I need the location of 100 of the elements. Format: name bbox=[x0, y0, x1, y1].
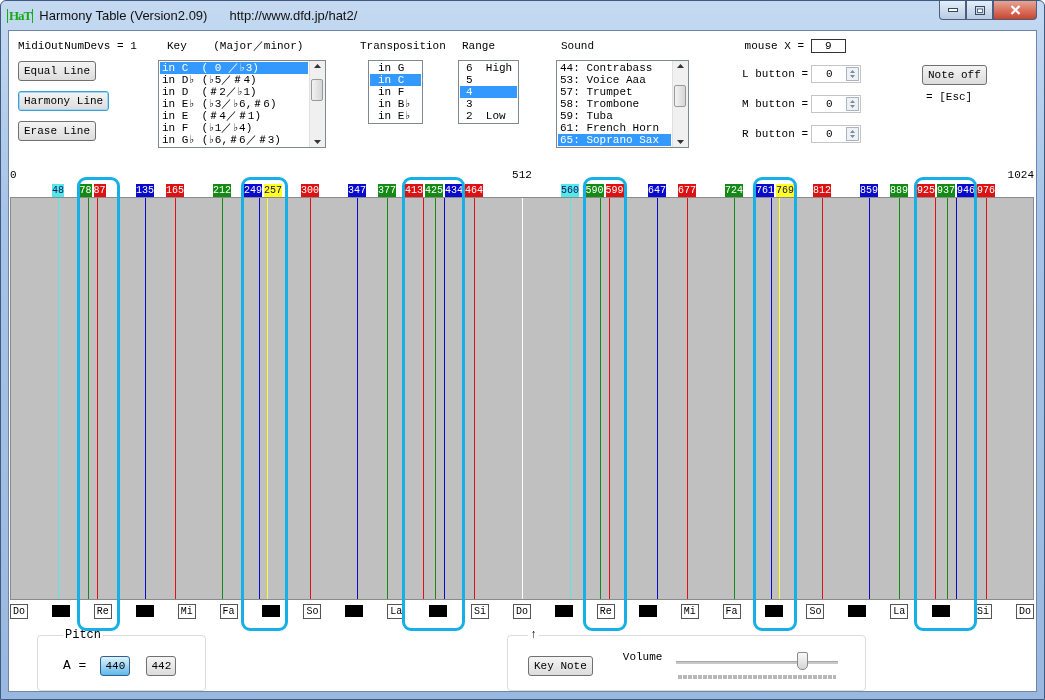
sharp-note-marker bbox=[429, 605, 448, 617]
marker-label: 300 bbox=[301, 184, 319, 197]
marker-label: 347 bbox=[348, 184, 366, 197]
window-url: http://www.dfd.jp/hat2/ bbox=[229, 8, 358, 23]
note-label: Do bbox=[513, 604, 531, 619]
line-button[interactable]: Equal Line bbox=[18, 61, 96, 81]
pitch-label: A = bbox=[63, 658, 87, 673]
sharp-note-marker bbox=[764, 605, 783, 617]
list-item[interactable]: in D♭ (♭5／＃4) bbox=[160, 74, 308, 86]
window-title: Harmony Table (Version2.09) bbox=[39, 8, 208, 23]
list-item[interactable]: in E (＃4／＃1) bbox=[160, 110, 308, 122]
transposition-label: Transposition bbox=[360, 39, 447, 53]
marker-label: 87 bbox=[93, 184, 106, 197]
marker-label: 812 bbox=[813, 184, 831, 197]
list-item[interactable]: 44: Contrabass bbox=[558, 62, 671, 74]
number-field[interactable]: 0 bbox=[811, 125, 861, 143]
group-title: ↑ bbox=[529, 629, 539, 641]
marker-label: 976 bbox=[977, 184, 995, 197]
number-field[interactable]: 0 bbox=[811, 95, 861, 113]
list-item[interactable]: 2 Low bbox=[460, 110, 517, 122]
volume-slider[interactable] bbox=[676, 652, 839, 672]
list-item[interactable]: 53: Voice Aaa bbox=[558, 74, 671, 86]
marker-label: 257 bbox=[264, 184, 282, 197]
list-item[interactable]: 5 bbox=[460, 74, 517, 86]
list-box[interactable]: in C ( 0 ／♭3) in D♭ (♭5／＃4) in D (＃2／♭1) in E♭ (♭3／♭6,＃6) in E (＃4／＃1) in F (♭1／♭4) in G♭ (♭6,＃6／＃3) bbox=[158, 60, 326, 148]
pitch-button[interactable]: 440 bbox=[100, 655, 131, 676]
marker-label: 135 bbox=[136, 184, 154, 197]
number-field[interactable]: 0 bbox=[811, 65, 861, 83]
scrollbar[interactable] bbox=[672, 61, 688, 147]
ruler-label: 1024 bbox=[1007, 169, 1034, 181]
scrollbar[interactable] bbox=[309, 61, 325, 147]
list-box[interactable]: 44: Contrabass 53: Voice Aaa 57: Trumpet 58: Trombone 59: Tuba 61: French Horn 65: Soprano Sax bbox=[556, 60, 689, 148]
harmony-table[interactable]: 0 512 1024 48 78 87 135 165 212 249 257 300 347 377 413 425 434 464 560 590 599 647 677 724 761 769 812 859 889 925 937 946 976 Do Re Mi Fa So La Si Do Re Mi Fa So La Si Do bbox=[10, 167, 1034, 619]
mouse-x-field: 9 bbox=[811, 39, 846, 53]
line-button[interactable]: Erase Line bbox=[18, 121, 96, 141]
note-label: Fa bbox=[219, 604, 238, 619]
spinner-icon[interactable] bbox=[846, 97, 859, 111]
sharp-note-marker bbox=[932, 605, 951, 617]
marker-label: 769 bbox=[776, 184, 794, 197]
list-item[interactable]: 3 bbox=[460, 98, 517, 110]
spinner-icon[interactable] bbox=[846, 127, 859, 141]
marker-label: 647 bbox=[648, 184, 666, 197]
scroll-up-icon[interactable] bbox=[677, 64, 684, 68]
device-count-label: MidiOutNumDevs = 1 bbox=[18, 39, 138, 53]
pitch-button[interactable]: 442 bbox=[146, 655, 177, 676]
note-label: Re bbox=[596, 604, 615, 619]
marker-label: 859 bbox=[860, 184, 878, 197]
shortcut-hint: = [Esc] bbox=[926, 91, 974, 103]
sharp-note-marker bbox=[261, 605, 280, 617]
list-box[interactable]: 6 High 5 4 3 2 Low bbox=[458, 60, 519, 124]
list-item[interactable]: in F (♭1／♭4) bbox=[160, 122, 308, 134]
marker-label: 599 bbox=[605, 184, 624, 197]
list-item[interactable]: 6 High bbox=[460, 62, 517, 74]
note-off-button[interactable]: Note off bbox=[922, 65, 987, 85]
marker-label: 937 bbox=[937, 184, 955, 197]
list-item[interactable]: in B♭ bbox=[370, 98, 421, 110]
spinner-icon[interactable] bbox=[846, 67, 859, 81]
list-item[interactable]: 61: French Horn bbox=[558, 122, 671, 134]
list-item[interactable]: 57: Trumpet bbox=[558, 86, 671, 98]
scroll-down-icon[interactable] bbox=[314, 140, 321, 144]
list-item[interactable]: 58: Trombone bbox=[558, 98, 671, 110]
key-label: Key (Major／minor) bbox=[167, 39, 305, 53]
list-box[interactable]: in G in C in F in B♭ in E♭ bbox=[368, 60, 423, 124]
volume-label: Volume bbox=[622, 651, 663, 663]
list-item[interactable]: in E♭ (♭3／♭6,＃6) bbox=[160, 98, 308, 110]
close-button[interactable] bbox=[993, 1, 1037, 20]
marker-label: 48 bbox=[52, 184, 64, 197]
scroll-thumb[interactable] bbox=[674, 85, 686, 107]
scroll-down-icon[interactable] bbox=[677, 140, 684, 144]
list-item[interactable]: 59: Tuba bbox=[558, 110, 671, 122]
note-label: Mi bbox=[680, 604, 699, 619]
note-label: Mi bbox=[177, 604, 196, 619]
sound-label: Sound bbox=[561, 39, 595, 53]
note-label: So bbox=[303, 604, 322, 619]
marker-label: 946 bbox=[957, 184, 975, 197]
list-item[interactable]: in E♭ bbox=[370, 110, 421, 122]
list-item[interactable]: in F bbox=[370, 86, 421, 98]
minimize-icon bbox=[947, 8, 958, 12]
group-title: Pitch bbox=[64, 629, 102, 641]
marker-label: 425 bbox=[425, 184, 443, 197]
slider-thumb[interactable] bbox=[796, 652, 808, 670]
range-label: Range bbox=[462, 39, 496, 53]
minimize-button[interactable] bbox=[939, 1, 966, 20]
scroll-thumb[interactable] bbox=[311, 79, 323, 101]
line-button[interactable]: Harmony Line bbox=[18, 91, 110, 111]
marker-label: 212 bbox=[213, 184, 231, 197]
key-note-button[interactable]: Key Note bbox=[528, 655, 593, 676]
scroll-up-icon[interactable] bbox=[314, 64, 321, 68]
marker-label: 464 bbox=[465, 184, 483, 197]
marker-label: 413 bbox=[405, 184, 423, 197]
marker-label: 434 bbox=[445, 184, 463, 197]
maximize-button[interactable] bbox=[966, 1, 993, 20]
marker-label: 677 bbox=[678, 184, 696, 197]
marker-label: 377 bbox=[378, 184, 396, 197]
list-item[interactable]: in G♭ (♭6,＃6／＃3) bbox=[160, 134, 308, 146]
list-item[interactable]: in G bbox=[370, 62, 421, 74]
note-label: Si bbox=[471, 604, 490, 619]
note-label: Do bbox=[10, 604, 28, 619]
note-label: Do bbox=[1016, 604, 1034, 619]
list-item[interactable]: in D (＃2／♭1) bbox=[160, 86, 308, 98]
